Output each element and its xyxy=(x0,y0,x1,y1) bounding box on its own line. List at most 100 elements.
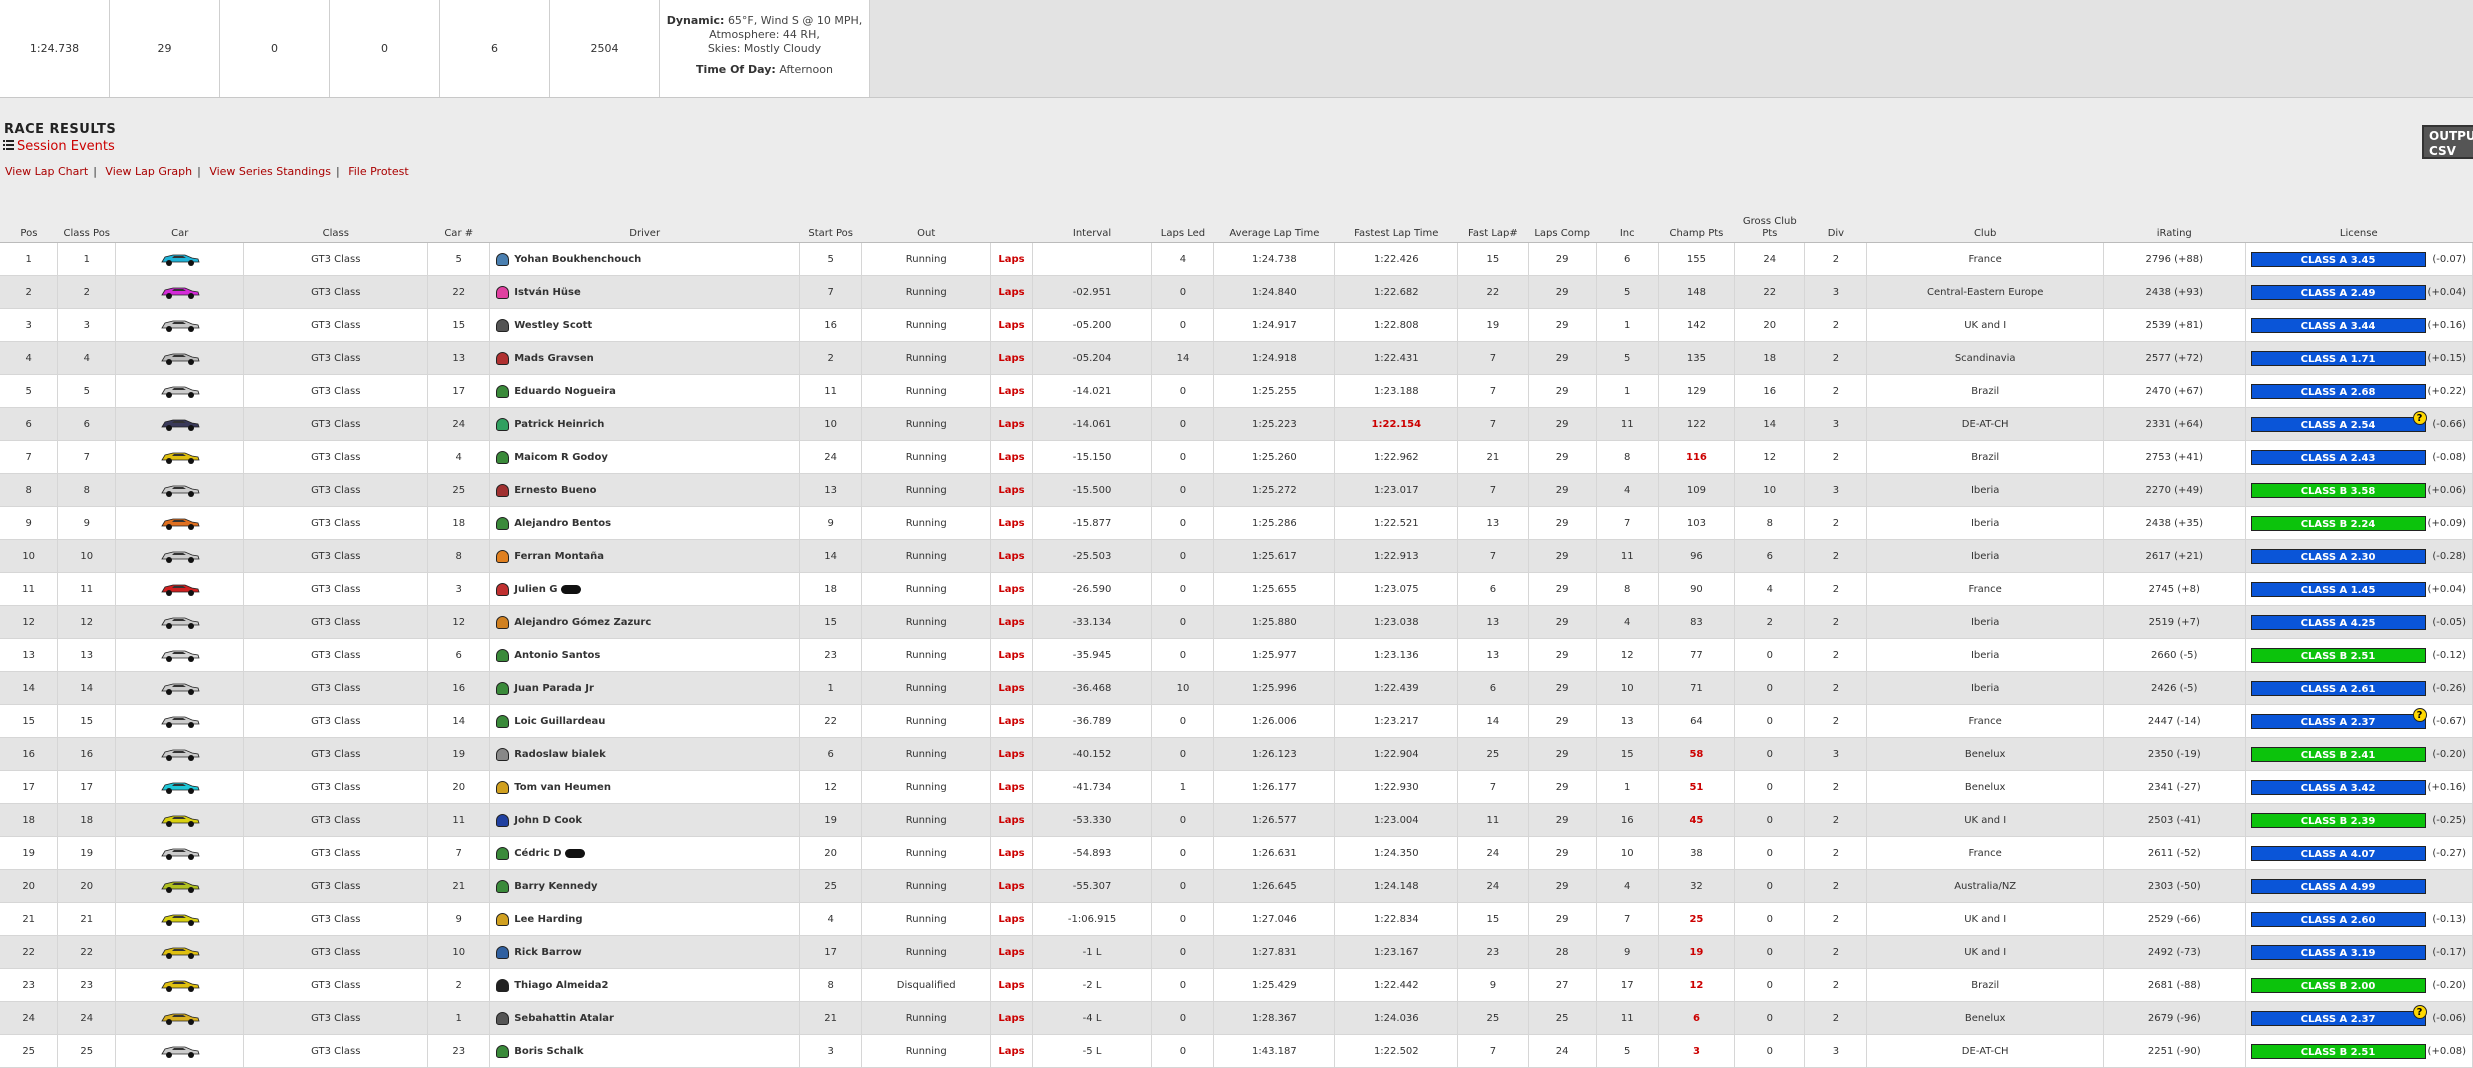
class-pos-cell: 11 xyxy=(57,572,117,606)
interval-cell: -35.945 xyxy=(1032,638,1153,672)
driver-name-link[interactable]: Eduardo Nogueira xyxy=(514,386,616,397)
laps-link[interactable]: Laps xyxy=(998,551,1024,562)
question-icon[interactable]: ? xyxy=(2412,410,2427,425)
driver-name-link[interactable]: Tom van Heumen xyxy=(514,782,611,793)
laps-link[interactable]: Laps xyxy=(998,617,1024,628)
laps-link[interactable]: Laps xyxy=(998,749,1024,760)
laps-link[interactable]: Laps xyxy=(998,584,1024,595)
driver-name-link[interactable]: Boris Schalk xyxy=(514,1046,583,1057)
driver-name-link[interactable]: Cédric D xyxy=(514,848,561,859)
driver-name-link[interactable]: Rick Barrow xyxy=(514,947,582,958)
fast-lap-num-cell: 7 xyxy=(1457,770,1529,804)
irating-cell: 2438 (+93) xyxy=(2103,275,2246,309)
club-pts-cell: 6 xyxy=(1734,539,1806,573)
laps-link[interactable]: Laps xyxy=(998,848,1024,859)
driver-name-link[interactable]: Thiago Almeida2 xyxy=(514,980,608,991)
club-pts-cell: 16 xyxy=(1734,374,1806,408)
helmet-icon xyxy=(496,615,510,629)
irating-cell: 2492 (-73) xyxy=(2103,935,2246,969)
driver-wrap: Tom van Heumen xyxy=(490,780,798,794)
column-header: Gross Club Pts xyxy=(1734,198,1805,243)
view-series-standings-link[interactable]: View Series Standings xyxy=(209,165,331,178)
driver-name-link[interactable]: Yohan Boukhenchouch xyxy=(514,254,641,265)
laps-link[interactable]: Laps xyxy=(998,881,1024,892)
view-lap-graph-link[interactable]: View Lap Graph xyxy=(105,165,192,178)
session-events-link[interactable]: Session Events xyxy=(3,139,115,154)
license-change: (-0.13) xyxy=(2432,913,2466,925)
interval-cell: -14.021 xyxy=(1032,374,1153,408)
div-cell: 2 xyxy=(1804,770,1868,804)
class-pos-cell: 24 xyxy=(57,1001,117,1035)
laps-link[interactable]: Laps xyxy=(998,518,1024,529)
laps-link[interactable]: Laps xyxy=(998,419,1024,430)
file-protest-link[interactable]: File Protest xyxy=(348,165,408,178)
output-csv-button[interactable]: OUTPUT CSV xyxy=(2422,125,2473,159)
laps-link[interactable]: Laps xyxy=(998,485,1024,496)
view-lap-chart-link[interactable]: View Lap Chart xyxy=(5,165,88,178)
car-number-cell: 11 xyxy=(427,803,491,837)
license-wrap: CLASS A 2.30 (-0.28) xyxy=(2246,548,2472,564)
driver-name-link[interactable]: Mads Gravsen xyxy=(514,353,594,364)
driver-name-link[interactable]: John D Cook xyxy=(514,815,582,826)
license-badge: CLASS B 2.24 xyxy=(2250,515,2426,531)
car-livery-icon xyxy=(161,353,200,365)
driver-name-link[interactable]: Juan Parada Jr xyxy=(514,683,594,694)
time-of-day-label: Time Of Day: xyxy=(696,63,776,76)
laps-link[interactable]: Laps xyxy=(998,1013,1024,1024)
question-icon[interactable]: ? xyxy=(2412,707,2427,722)
driver-name-link[interactable]: Antonio Santos xyxy=(514,650,600,661)
class-pos-cell: 2 xyxy=(57,275,117,309)
laps-link[interactable]: Laps xyxy=(998,254,1024,265)
irating-cell: 2470 (+67) xyxy=(2103,374,2246,408)
laps-link[interactable]: Laps xyxy=(998,683,1024,694)
laps-link[interactable]: Laps xyxy=(998,716,1024,727)
car-livery-icon xyxy=(161,848,200,860)
helmet-icon xyxy=(496,318,510,332)
avg-lap-cell: 1:24.918 xyxy=(1213,341,1336,375)
laps-comp-cell: 29 xyxy=(1528,836,1597,870)
driver-name-link[interactable]: Alejandro Gómez Zazurc xyxy=(514,617,651,628)
license-badge: CLASS B 2.41 xyxy=(2250,746,2426,762)
club-cell: Brazil xyxy=(1866,440,2104,474)
laps-link[interactable]: Laps xyxy=(998,914,1024,925)
laps-link[interactable]: Laps xyxy=(998,386,1024,397)
driver-name-link[interactable]: Julien G xyxy=(514,584,557,595)
laps-link[interactable]: Laps xyxy=(998,980,1024,991)
laps-link[interactable]: Laps xyxy=(998,947,1024,958)
car-livery-icon xyxy=(161,716,200,728)
laps-link[interactable]: Laps xyxy=(998,452,1024,463)
driver-name-link[interactable]: Sebahattin Atalar xyxy=(514,1013,614,1024)
laps-cell: Laps xyxy=(990,506,1033,540)
column-header: Fast Lap# xyxy=(1457,198,1529,243)
driver-name-link[interactable]: István Hüse xyxy=(514,287,581,298)
driver-name-link[interactable]: Barry Kennedy xyxy=(514,881,597,892)
driver-name-link[interactable]: Radoslaw bialek xyxy=(514,749,606,760)
driver-name-link[interactable]: Alejandro Bentos xyxy=(514,518,611,529)
question-icon[interactable]: ? xyxy=(2412,1004,2427,1019)
laps-cell: Laps xyxy=(990,638,1033,672)
avg-lap-cell: 1:27.046 xyxy=(1213,902,1336,936)
column-header: Out xyxy=(861,198,991,243)
driver-name-link[interactable]: Ferran Montaña xyxy=(514,551,604,562)
fastest-lap-cell: 1:22.442 xyxy=(1334,968,1459,1002)
driver-name-link[interactable]: Patrick Heinrich xyxy=(514,419,604,430)
column-header: iRating xyxy=(2103,198,2246,243)
laps-link[interactable]: Laps xyxy=(998,320,1024,331)
laps-link[interactable]: Laps xyxy=(998,782,1024,793)
laps-link[interactable]: Laps xyxy=(998,650,1024,661)
start-pos-cell: 7 xyxy=(799,275,863,309)
driver-name-link[interactable]: Maicom R Godoy xyxy=(514,452,608,463)
laps-link[interactable]: Laps xyxy=(998,287,1024,298)
class-pos-cell: 22 xyxy=(57,935,117,969)
laps-link[interactable]: Laps xyxy=(998,353,1024,364)
driver-cell: Barry Kennedy xyxy=(489,869,801,903)
interval-cell: -41.734 xyxy=(1032,770,1153,804)
driver-name-link[interactable]: Lee Harding xyxy=(514,914,582,925)
laps-link[interactable]: Laps xyxy=(998,815,1024,826)
driver-name-link[interactable]: Ernesto Bueno xyxy=(514,485,596,496)
license-change: (+0.08) xyxy=(2427,1045,2466,1057)
laps-link[interactable]: Laps xyxy=(998,1046,1024,1057)
class-pos-cell: 3 xyxy=(57,308,117,342)
driver-name-link[interactable]: Westley Scott xyxy=(514,320,592,331)
driver-name-link[interactable]: Loic Guillardeau xyxy=(514,716,605,727)
